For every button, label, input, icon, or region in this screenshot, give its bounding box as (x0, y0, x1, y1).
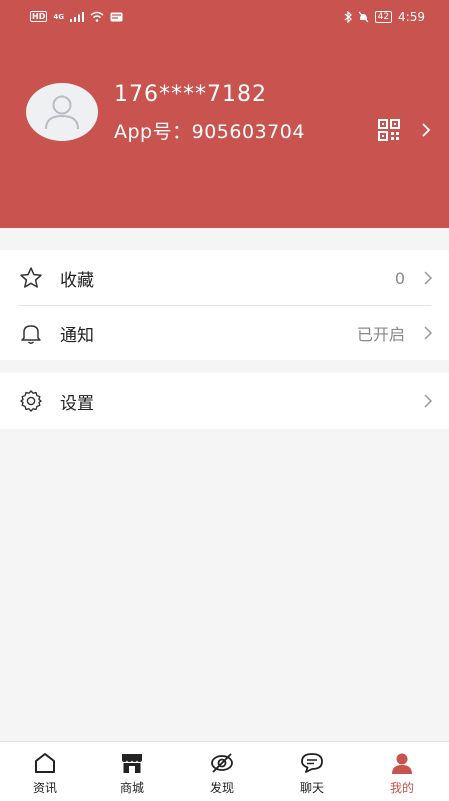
store-icon (122, 754, 142, 773)
gear-icon (20, 390, 42, 412)
tab-chat[interactable]: 聊天 (267, 742, 357, 801)
avatar[interactable] (26, 83, 98, 141)
chevron-right-icon (424, 271, 433, 285)
profile-phone: 176****7182 (114, 82, 267, 107)
status-bar: HD 4G 42 4:59 (0, 0, 449, 36)
menu-value-notifications: 已开启 (356, 325, 405, 344)
status-time: 4:59 (398, 10, 425, 24)
menu-row-settings[interactable]: 设置 (0, 373, 449, 429)
chevron-right-icon[interactable] (420, 120, 432, 140)
menu-card-settings: 设置 (0, 373, 449, 429)
tab-label: 发现 (209, 781, 234, 795)
tab-mine[interactable]: 我的 (357, 742, 447, 801)
tab-discover[interactable]: 发现 (177, 742, 267, 801)
app-id-label: App号： (114, 121, 192, 143)
tab-store[interactable]: 商城 (87, 742, 177, 801)
home-icon (35, 753, 55, 773)
mute-bell-icon (358, 11, 369, 23)
signal-icon (69, 11, 84, 22)
menu-card-primary: 收藏 0 通知 已开启 (0, 250, 449, 360)
menu-label-favorites: 收藏 (60, 270, 94, 291)
message-icon (110, 12, 123, 21)
profile-app-id: App号：905603704 (114, 117, 305, 144)
menu-row-notifications[interactable]: 通知 已开启 (0, 305, 449, 361)
bell-icon (21, 325, 41, 344)
wifi-icon (90, 11, 104, 22)
user-placeholder-icon (45, 95, 79, 130)
network-badge: 4G (53, 12, 64, 21)
tab-label: 商城 (119, 781, 144, 795)
chat-icon (301, 753, 323, 773)
battery-indicator: 42 (374, 11, 393, 23)
bluetooth-icon (344, 11, 352, 23)
menu-row-favorites[interactable]: 收藏 0 (0, 250, 449, 306)
menu-label-notifications: 通知 (60, 325, 94, 346)
chevron-right-icon (424, 394, 433, 408)
bottom-tab-bar: 资讯 商城 发现 聊天 我的 (0, 741, 449, 801)
star-icon (20, 267, 42, 288)
menu-value-favorites: 0 (394, 268, 405, 288)
chevron-right-icon (424, 326, 433, 340)
hd-badge: HD (30, 11, 48, 22)
profile-header: HD 4G 42 4:59 176****7182 App号：905603704 (0, 0, 449, 228)
qr-code-icon[interactable] (378, 119, 400, 141)
person-icon (392, 753, 412, 774)
app-id-value: 905603704 (191, 121, 305, 143)
tab-label: 聊天 (299, 781, 324, 795)
tab-label: 我的 (389, 781, 414, 795)
discover-icon (211, 753, 233, 773)
tab-label: 资讯 (32, 781, 57, 795)
tab-news[interactable]: 资讯 (0, 742, 90, 801)
menu-label-settings: 设置 (60, 393, 94, 414)
